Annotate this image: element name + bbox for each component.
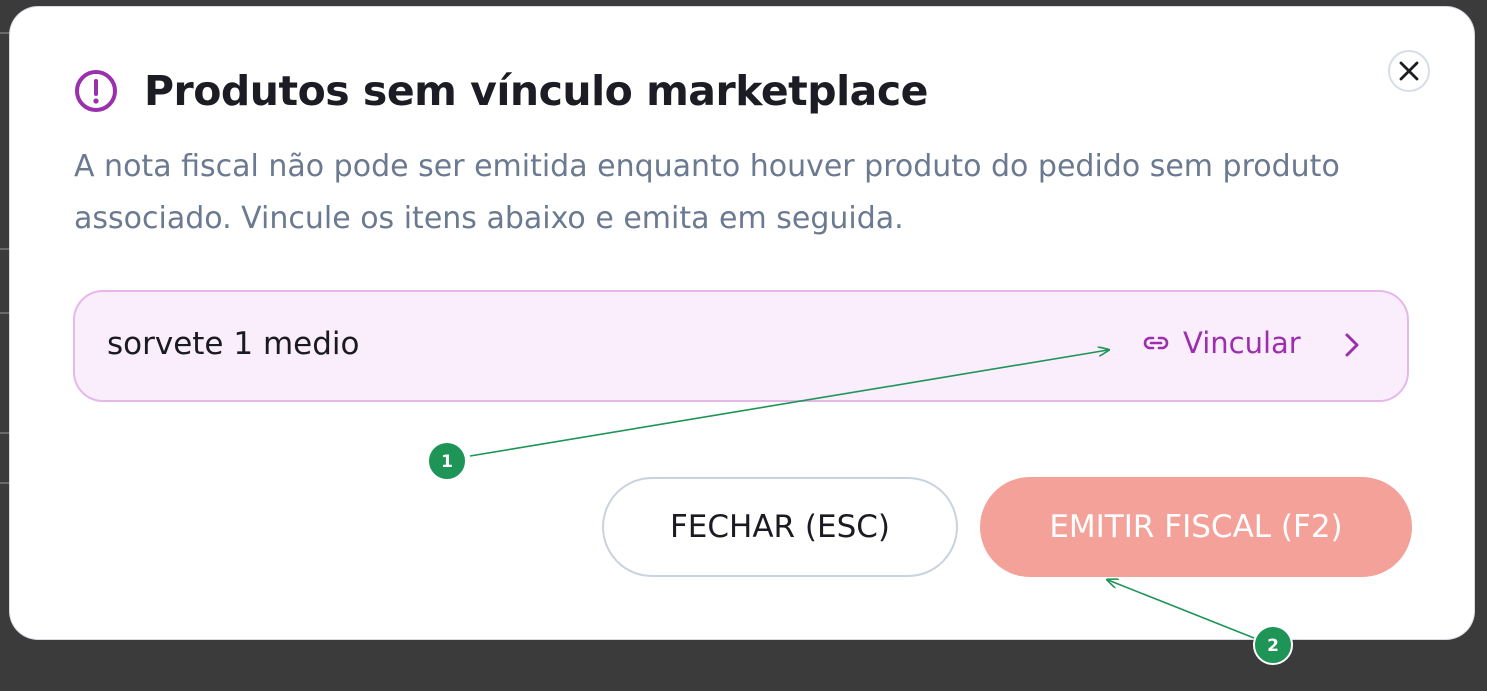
chevron-right-icon[interactable] [1337,330,1367,360]
dialog-description: A nota fiscal não pode ser emitida enqua… [74,149,1340,236]
background-divider [0,248,10,250]
background-divider [0,312,10,314]
link-product-button[interactable]: Vincular [1141,326,1301,360]
close-icon [1399,61,1419,81]
dialog-header: Produtos sem vínculo marketplace [74,67,928,115]
dialog-title: Produtos sem vínculo marketplace [144,67,928,115]
link-product-label: Vincular [1183,326,1301,360]
background-divider [0,482,10,484]
link-icon [1143,336,1169,350]
emit-fiscal-button[interactable]: EMITIR FISCAL (F2) [980,477,1412,577]
unlinked-product-row[interactable]: sorvete 1 medio Vincular [73,290,1409,402]
exclamation-circle-icon [75,70,117,112]
product-name: sorvete 1 medio [107,326,360,362]
close-button[interactable] [1388,50,1430,92]
unlinked-products-dialog: Produtos sem vínculo marketplace A nota … [10,7,1474,639]
background-divider [0,32,10,34]
close-dialog-button[interactable]: FECHAR (ESC) [602,477,958,577]
background-divider [0,432,10,434]
